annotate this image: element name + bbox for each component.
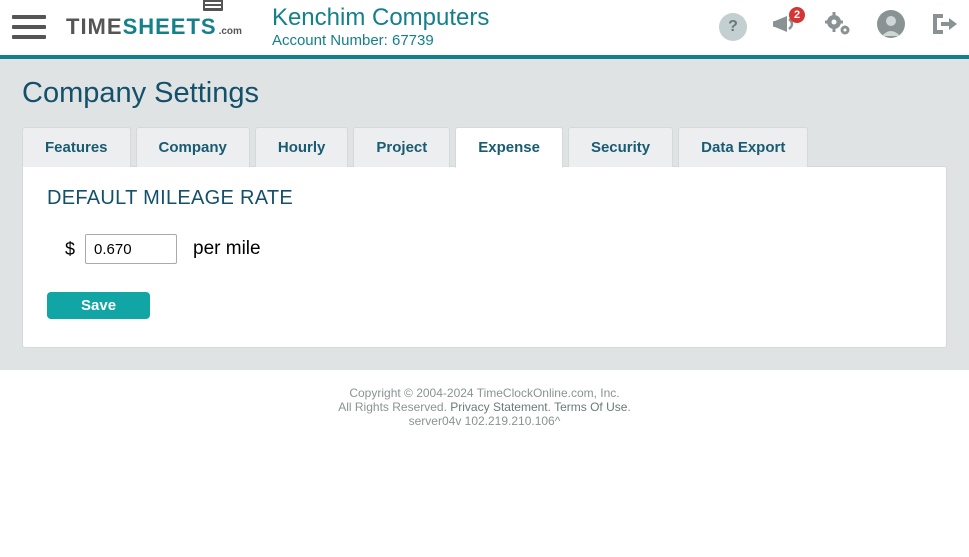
tab-features[interactable]: Features <box>22 127 131 167</box>
tab-company[interactable]: Company <box>136 127 250 167</box>
account-number: Account Number: 67739 <box>272 32 719 49</box>
mileage-rate-row: $ per mile <box>65 234 922 264</box>
logo-text-1: TIME <box>66 14 123 40</box>
help-button[interactable]: ? <box>719 13 747 41</box>
terms-link[interactable]: Terms Of Use <box>554 400 627 414</box>
mileage-rate-input[interactable] <box>85 234 177 264</box>
privacy-link[interactable]: Privacy Statement <box>450 400 547 414</box>
logout-button[interactable] <box>931 12 957 41</box>
hamburger-menu-button[interactable] <box>12 10 46 44</box>
currency-symbol: $ <box>65 239 75 260</box>
rate-suffix: per mile <box>193 238 261 260</box>
logo-suffix: .com <box>219 26 242 37</box>
user-profile-button[interactable] <box>877 10 905 43</box>
section-title: DEFAULT MILEAGE RATE <box>47 187 922 210</box>
logout-icon <box>931 12 957 41</box>
company-info: Kenchim Computers Account Number: 67739 <box>272 4 719 49</box>
tab-data-export[interactable]: Data Export <box>678 127 808 167</box>
gear-icon <box>825 12 851 41</box>
tab-hourly[interactable]: Hourly <box>255 127 349 167</box>
logo[interactable]: TIMESHEETS.com <box>66 14 242 40</box>
main-content: Company Settings Features Company Hourly… <box>0 59 969 370</box>
footer-rights: All Rights Reserved. <box>338 400 450 414</box>
footer-server: server04v 102.219.210.106^ <box>0 414 969 428</box>
footer-copyright: Copyright © 2004-2024 TimeClockOnline.co… <box>0 386 969 400</box>
help-icon: ? <box>719 13 747 41</box>
page-title: Company Settings <box>22 77 947 110</box>
expense-panel: DEFAULT MILEAGE RATE $ per mile Save <box>22 166 947 348</box>
tab-project[interactable]: Project <box>353 127 450 167</box>
settings-tabs: Features Company Hourly Project Expense … <box>22 126 947 167</box>
logo-text-2: SHEETS <box>123 14 217 40</box>
app-header: TIMESHEETS.com Kenchim Computers Account… <box>0 0 969 59</box>
settings-button[interactable] <box>825 12 851 41</box>
logo-icon <box>202 0 224 17</box>
notification-badge: 2 <box>789 7 805 23</box>
tab-expense[interactable]: Expense <box>455 127 563 168</box>
footer: Copyright © 2004-2024 TimeClockOnline.co… <box>0 370 969 444</box>
company-name: Kenchim Computers <box>272 4 719 32</box>
save-button[interactable]: Save <box>47 292 150 319</box>
user-icon <box>877 10 905 43</box>
announcements-button[interactable]: 2 <box>773 13 799 40</box>
tab-security[interactable]: Security <box>568 127 673 167</box>
header-actions: ? 2 <box>719 10 957 43</box>
